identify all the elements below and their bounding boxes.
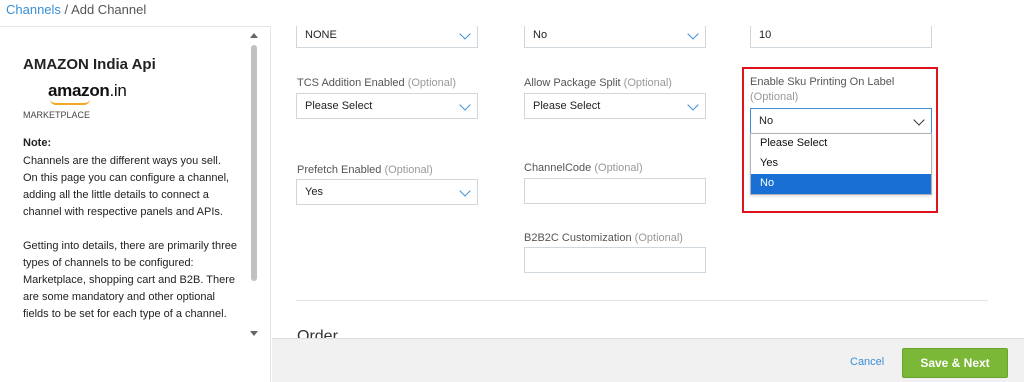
optional-tag: (Optional)	[594, 162, 643, 174]
amazon-logo: amazon.in	[48, 81, 127, 105]
note-paragraph: Getting into details, there are primaril…	[23, 240, 237, 320]
channel-code-label: ChannelCode (Optional)	[524, 162, 643, 174]
scroll-up-arrow-icon[interactable]	[250, 33, 258, 38]
logo-tld: .in	[109, 81, 127, 100]
label-text: B2B2C Customization	[524, 232, 632, 244]
chevron-down-icon	[459, 185, 471, 197]
note-text: Channels are the different ways you sell…	[23, 153, 238, 340]
chevron-down-icon	[459, 99, 471, 111]
chevron-down-icon	[459, 28, 471, 40]
chevron-down-icon	[687, 28, 699, 40]
channel-info-sidebar: AMAZON India Api amazon.in MARKETPLACE N…	[0, 26, 271, 382]
optional-tag: (Optional)	[750, 91, 799, 103]
package-split-select[interactable]: Please Select	[524, 93, 706, 119]
tcs-addition-select[interactable]: Please Select	[296, 93, 478, 119]
select-row0-col1[interactable]: NONE	[296, 26, 478, 48]
channel-code-input[interactable]	[524, 178, 706, 204]
channel-title: AMAZON India Api	[23, 56, 156, 73]
dropdown-option-please-select[interactable]: Please Select	[751, 134, 931, 154]
save-next-button[interactable]: Save & Next	[902, 348, 1008, 378]
breadcrumb-separator: /	[60, 2, 72, 17]
sidebar-scrollbar[interactable]	[249, 31, 259, 337]
sku-printing-label: Enable Sku Printing On Label (Optional)	[750, 75, 930, 105]
breadcrumb-channels-link[interactable]: Channels	[6, 2, 61, 17]
prefetch-label: Prefetch Enabled (Optional)	[297, 164, 433, 176]
logo-text: amazon	[48, 81, 110, 100]
select-value: Please Select	[533, 100, 601, 112]
label-text: ChannelCode	[524, 162, 592, 174]
dropdown-option-no[interactable]: No	[751, 174, 931, 194]
select-value: No	[759, 115, 774, 127]
b2b2c-input[interactable]	[524, 247, 706, 273]
cancel-button[interactable]: Cancel	[850, 356, 884, 368]
b2b2c-label: B2B2C Customization (Optional)	[524, 232, 683, 244]
form-area: NONE No 10 TCS Addition Enabled (Optiona…	[272, 26, 1024, 382]
breadcrumb: Channels / Add Channel	[6, 2, 146, 17]
dropdown-option-yes[interactable]: Yes	[751, 154, 931, 174]
amazon-smile-icon	[50, 99, 90, 105]
select-row0-col2[interactable]: No	[524, 26, 706, 48]
label-text: Enable Sku Printing On Label	[750, 76, 895, 88]
select-value: NONE	[305, 29, 337, 41]
label-text: Allow Package Split	[524, 77, 621, 89]
optional-tag: (Optional)	[407, 77, 456, 89]
label-text: Prefetch Enabled	[297, 164, 382, 176]
optional-tag: (Optional)	[634, 232, 683, 244]
package-split-label: Allow Package Split (Optional)	[524, 77, 672, 89]
select-value: Please Select	[305, 100, 373, 112]
action-footer: Cancel Save & Next	[272, 338, 1024, 382]
select-value: No	[533, 29, 548, 41]
label-text: TCS Addition Enabled	[297, 77, 405, 89]
sku-printing-dropdown: Please Select Yes No	[750, 133, 932, 195]
optional-tag: (Optional)	[623, 77, 672, 89]
input-value: 10	[759, 29, 772, 41]
chevron-down-icon	[687, 99, 699, 111]
breadcrumb-current: Add Channel	[71, 2, 147, 17]
scroll-thumb[interactable]	[251, 45, 257, 281]
select-value: Yes	[305, 186, 323, 198]
sku-printing-select[interactable]: No	[750, 108, 932, 134]
tcs-label: TCS Addition Enabled (Optional)	[297, 77, 456, 89]
prefetch-select[interactable]: Yes	[296, 179, 478, 205]
input-row0-col3[interactable]: 10	[750, 26, 932, 48]
optional-tag: (Optional)	[384, 164, 433, 176]
note-heading: Note:	[23, 137, 52, 149]
channel-type: MARKETPLACE	[23, 110, 91, 120]
scroll-down-arrow-icon[interactable]	[250, 331, 258, 336]
section-divider	[296, 300, 988, 301]
chevron-down-icon	[913, 114, 925, 126]
note-paragraph: Channels are the different ways you sell…	[23, 155, 230, 218]
top-bar: Channels / Add Channel	[0, 0, 1024, 26]
